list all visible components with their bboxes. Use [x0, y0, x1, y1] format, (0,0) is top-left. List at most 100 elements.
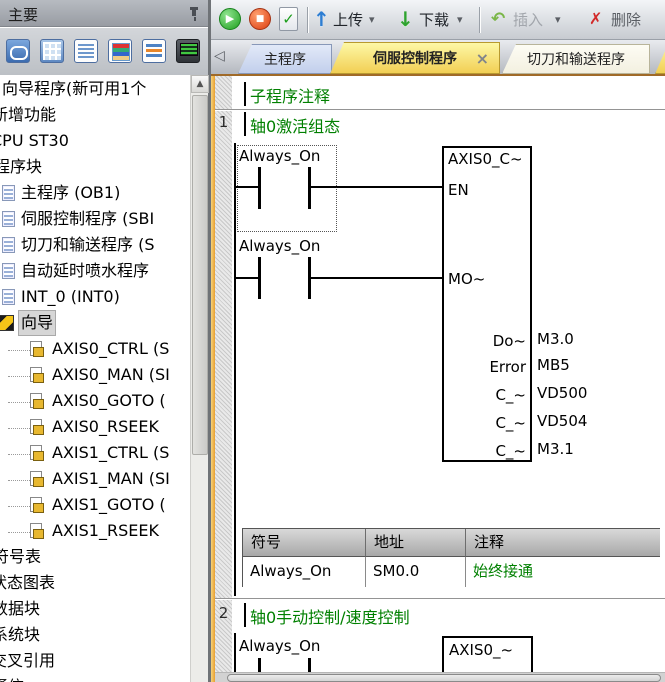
program-doc-icon [2, 263, 15, 279]
tab-main-program[interactable]: 主程序 [238, 44, 332, 74]
output-operand[interactable]: MB5 [537, 356, 570, 374]
stop-button[interactable]: ■ [249, 8, 271, 30]
power-rail [234, 633, 236, 672]
insert-button[interactable]: 插入 [513, 9, 543, 30]
toolbar-separator [479, 7, 480, 33]
tree-item-servo-program[interactable]: 伺服控制程序 (SBI [0, 207, 190, 233]
output-operand[interactable]: M3.1 [537, 440, 574, 458]
insert-icon: ↶ [491, 6, 505, 32]
close-tab-icon[interactable]: × [476, 43, 489, 75]
tree-item-axis1-ctrl[interactable]: AXIS1_CTRL (S [0, 441, 190, 467]
network-number[interactable]: 2 [215, 604, 232, 622]
upload-dropdown-icon[interactable]: ▾ [369, 13, 375, 26]
locked-subroutine-icon [30, 341, 42, 356]
block-output-pin: Do~ [493, 332, 526, 350]
tree-item-axis0-ctrl[interactable]: AXIS0_CTRL (S [0, 337, 190, 363]
network-separator [215, 109, 665, 110]
tree-item-axis0-rseek[interactable]: AXIS0_RSEEK [0, 415, 190, 441]
upload-icon[interactable]: ↑ [313, 6, 330, 32]
tree-item-symbol-table[interactable]: 符号表 [0, 545, 190, 571]
power-rail [234, 143, 236, 596]
tree-item-axis0-goto[interactable]: AXIS0_GOTO ( [0, 389, 190, 415]
program-doc-icon [2, 237, 15, 253]
monitor-view-button[interactable] [172, 35, 204, 67]
contact-label[interactable]: Always_On [239, 637, 320, 655]
upload-button[interactable]: 上传 [333, 9, 363, 30]
locked-subroutine-icon [30, 367, 42, 382]
check-icon: ✓ [282, 10, 295, 28]
symbol-cell[interactable]: Always_On [243, 557, 366, 587]
tree-item-communication[interactable]: 通信 [0, 675, 190, 682]
tree-item-data-block[interactable]: 数据块 [0, 597, 190, 623]
output-operand[interactable]: VD504 [537, 412, 587, 430]
network-title[interactable]: 轴0手动控制/速度控制 [250, 604, 410, 628]
block-input-pin: EN [448, 181, 469, 199]
contact-leg[interactable] [258, 658, 261, 672]
tab-partial[interactable] [655, 42, 665, 74]
document-view-button[interactable] [70, 35, 102, 67]
tree-item-spray-program[interactable]: 自动延时喷水程序 [0, 259, 190, 285]
delete-button[interactable]: 删除 [611, 9, 641, 30]
project-tree-panel: 主要 向导程序(新可用1个 新增功能 CPU ST30 程序块 主程序 (OB1… [0, 0, 211, 682]
address-cell[interactable]: SM0.0 [366, 557, 466, 587]
tree-item-int0[interactable]: INT_0 (INT0) [0, 285, 190, 311]
network-title[interactable]: 轴0激活组态 [250, 113, 340, 137]
tree-item-axis0-man[interactable]: AXIS0_MAN (SI [0, 363, 190, 389]
contact-leg[interactable] [308, 167, 311, 209]
tree-item-cross-reference[interactable]: 交叉引用 [0, 649, 190, 675]
chart-view-button[interactable] [138, 35, 170, 67]
compile-button[interactable]: ✓ [279, 7, 298, 31]
tree-item-axis1-man[interactable]: AXIS1_MAN (SI [0, 467, 190, 493]
network-title-marker [244, 112, 246, 136]
subroutine-comment[interactable]: 子程序注释 [250, 83, 330, 107]
tree-item-status-chart[interactable]: 状态图表 [0, 571, 190, 597]
axis0-block[interactable]: AXIS0_~ [442, 636, 533, 672]
app-window: 主要 向导程序(新可用1个 新增功能 CPU ST30 程序块 主程序 (OB1… [0, 0, 665, 682]
tree-item-system-block[interactable]: 系统块 [0, 623, 190, 649]
network-gutter [215, 76, 232, 682]
contact-leg[interactable] [258, 167, 261, 209]
main-toolbar: ▶ ■ ✓ ↑ 上传 ▾ ↓ 下载 ▾ ↶ 插入 ▾ ✗ 删除 [211, 0, 665, 40]
tree-item-cutter-program[interactable]: 切刀和输送程序 (S [0, 233, 190, 259]
network-number[interactable]: 1 [215, 113, 232, 131]
pin-icon[interactable] [188, 7, 200, 21]
tree-item-main-ob1[interactable]: 主程序 (OB1) [0, 181, 190, 207]
contact-label[interactable]: Always_On [239, 147, 320, 165]
tree-item-axis1-rseek[interactable]: AXIS1_RSEEK [0, 519, 190, 545]
tag-view-button[interactable] [2, 35, 34, 67]
horizontal-scrollbar[interactable] [215, 672, 665, 682]
tab-servo-program[interactable]: 伺服控制程序 × [330, 42, 500, 74]
axis0-ctrl-block[interactable]: AXIS0_C~ EN MO~ Do~ Error C_~ C_~ C_~ [442, 146, 532, 462]
colored-table-view-button[interactable] [104, 35, 136, 67]
block-title: AXIS0_~ [449, 641, 513, 659]
comment-cell[interactable]: 始终接通 [466, 557, 660, 587]
table-view-button[interactable] [36, 35, 68, 67]
contact-label[interactable]: Always_On [239, 237, 320, 255]
tree-item-wizard-programs[interactable]: 向导程序(新可用1个 [0, 77, 190, 103]
tree-item-wizard[interactable]: 向导 [0, 311, 190, 337]
tree-item-axis1-goto[interactable]: AXIS1_GOTO ( [0, 493, 190, 519]
scrollbar-thumb[interactable] [227, 674, 661, 682]
download-icon[interactable]: ↓ [397, 6, 414, 32]
tree-item-program-block[interactable]: 程序块 [0, 155, 190, 181]
tab-scroll-left-icon[interactable]: ◁ [214, 48, 225, 64]
scrollbar-thumb[interactable] [192, 95, 208, 455]
ladder-editor[interactable]: 子程序注释 1 轴0激活组态 Always_On Always_On AXIS0… [211, 76, 665, 682]
comment-marker [244, 82, 246, 106]
run-button[interactable]: ▶ [219, 8, 241, 30]
download-dropdown-icon[interactable]: ▾ [457, 13, 463, 26]
tree-item-new-features[interactable]: 新增功能 [0, 103, 190, 129]
panel-title: 主要 [8, 4, 38, 25]
run-icon: ▶ [226, 12, 234, 25]
insert-dropdown-icon[interactable]: ▾ [555, 13, 561, 26]
scroll-up-button[interactable]: ▲ [191, 75, 209, 93]
chart-view-icon [142, 39, 166, 63]
tree-item-cpu[interactable]: CPU ST30 [0, 129, 190, 155]
contact-leg[interactable] [308, 658, 311, 672]
output-operand[interactable]: VD500 [537, 384, 587, 402]
contact-leg[interactable] [258, 257, 261, 299]
download-button[interactable]: 下载 [419, 9, 449, 30]
output-operand[interactable]: M3.0 [537, 330, 574, 348]
tab-cutter-program[interactable]: 切刀和输送程序 [502, 44, 650, 74]
tree-scrollbar[interactable]: ▲ [190, 75, 208, 682]
